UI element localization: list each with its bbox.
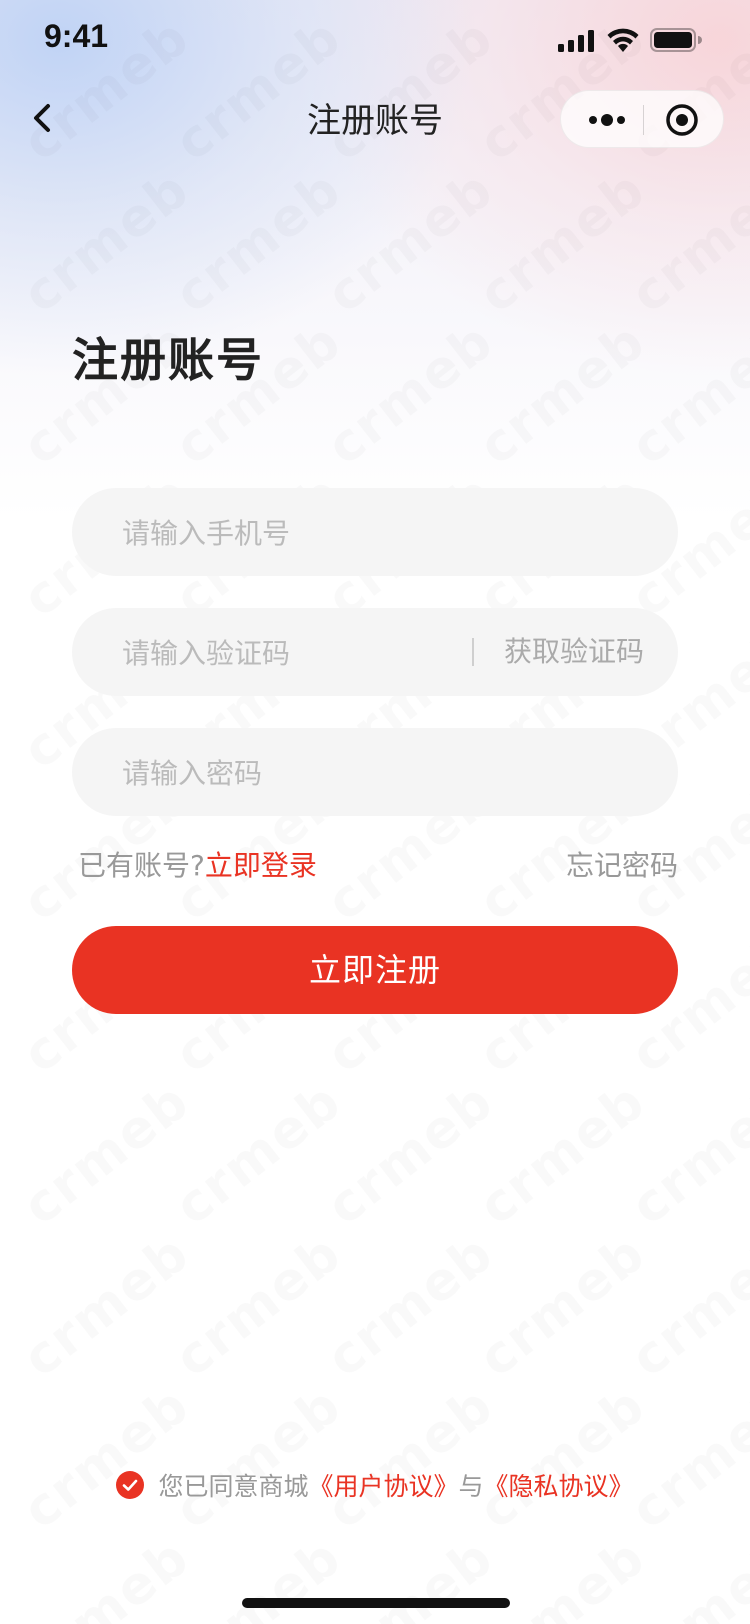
watermark-text: crmeb [164, 1375, 353, 1541]
status-bar: 9:41 [0, 0, 750, 80]
forgot-password-link[interactable]: 忘记密码 [566, 846, 678, 886]
watermark-text: crmeb [316, 1223, 505, 1389]
watermark-text: crmeb [468, 1223, 657, 1389]
phone-field [72, 488, 678, 578]
status-time: 9:41 [44, 18, 109, 54]
watermark-text: crmeb [316, 1527, 505, 1624]
watermark-text: crmeb [12, 1071, 201, 1237]
more-dots-icon[interactable] [585, 107, 633, 133]
register-page: crmebcrmebcrmebcrmebcrmebcrmebcrmebcrmeb… [0, 0, 750, 1624]
watermark-text: crmeb [620, 1223, 750, 1389]
capsule-divider [643, 105, 644, 135]
watermark-text: crmeb [620, 1071, 750, 1237]
home-indicator [242, 1598, 510, 1608]
get-code-button[interactable]: 获取验证码 [504, 608, 644, 696]
account-links-row: 已有账号?立即登录 忘记密码 [78, 846, 678, 886]
watermark-text: crmeb [620, 1375, 750, 1541]
watermark-text: crmeb [164, 1223, 353, 1389]
agreement-and-text: 与 [458, 1472, 484, 1501]
watermark-text: crmeb [12, 1223, 201, 1389]
login-link[interactable]: 立即登录 [205, 849, 317, 882]
wifi-icon [607, 28, 639, 52]
privacy-agreement-link[interactable]: 《隐私协议》 [484, 1472, 634, 1501]
watermark-text: crmeb [468, 1375, 657, 1541]
code-divider [472, 638, 474, 666]
watermark-text: crmeb [164, 1071, 353, 1237]
battery-icon [650, 28, 702, 52]
watermark-text: crmeb [12, 1375, 201, 1541]
checkmark-circle-icon[interactable] [116, 1471, 145, 1499]
watermark-text: crmeb [620, 1527, 750, 1624]
watermark-text: crmeb [12, 1527, 201, 1624]
target-circle-icon[interactable] [665, 103, 699, 137]
mini-program-capsule [560, 90, 724, 148]
page-heading: 注册账号 [72, 333, 264, 387]
password-field [72, 728, 678, 818]
has-account-text: 已有账号? [78, 849, 205, 882]
user-agreement-link[interactable]: 《用户协议》 [308, 1472, 458, 1501]
watermark-text: crmeb [316, 1071, 505, 1237]
verification-code-field: 获取验证码 [72, 608, 678, 698]
password-input[interactable] [120, 728, 644, 818]
verification-code-input[interactable] [120, 608, 464, 698]
register-button[interactable]: 立即注册 [72, 926, 678, 1014]
watermark-text: crmeb [316, 1375, 505, 1541]
watermark-text: crmeb [468, 1071, 657, 1237]
agreement-prefix-text: 您已同意商城 [158, 1472, 309, 1501]
watermark-text: crmeb [164, 1527, 353, 1624]
agreement-row: 您已同意商城《用户协议》与《隐私协议》 [0, 1468, 750, 1505]
watermark-text: crmeb [468, 1527, 657, 1624]
phone-input[interactable] [120, 488, 644, 578]
cellular-signal-icon [558, 30, 594, 52]
